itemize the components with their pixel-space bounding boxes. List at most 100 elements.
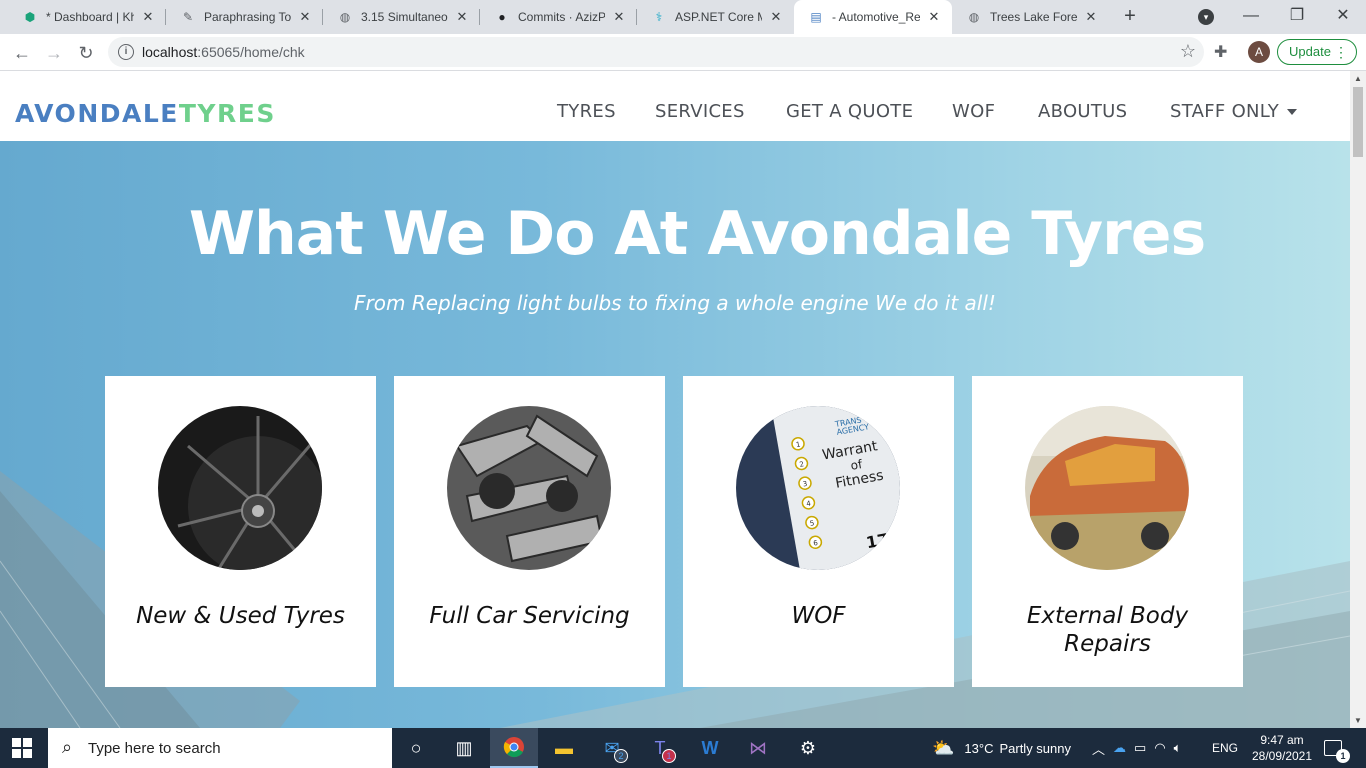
- clock-time: 9:47 am: [1260, 733, 1304, 747]
- close-tab-icon[interactable]: ✕: [454, 9, 470, 25]
- browser-tab-active[interactable]: ▤ - Automotive_Rep ✕: [794, 0, 952, 34]
- warrant-of-fitness-image: TRANS AGENCY Warrant of Fitness 1 2 3 4 …: [736, 406, 900, 570]
- onedrive-icon[interactable]: ☁: [1113, 740, 1126, 756]
- word-icon[interactable]: W: [686, 728, 734, 768]
- scroll-down-icon[interactable]: ▼: [1354, 716, 1362, 725]
- address-url[interactable]: localhost:65065/home/chk: [142, 44, 305, 60]
- service-card-wof[interactable]: TRANS AGENCY Warrant of Fitness 1 2 3 4 …: [683, 376, 954, 687]
- card-label: WOF: [791, 603, 846, 629]
- site-info-icon[interactable]: i: [118, 44, 134, 60]
- web-page: AVONDALETYRES TYRES SERVICES GET A QUOTE…: [0, 71, 1350, 728]
- windows-start-icon[interactable]: [12, 738, 32, 758]
- nav-wof[interactable]: WOF: [952, 101, 995, 122]
- card-label: New & Used Tyres: [136, 603, 345, 629]
- nav-services[interactable]: SERVICES: [655, 101, 745, 122]
- wrenches-image: [447, 406, 611, 570]
- browser-tab[interactable]: ● Commits · AzizPa ✕: [480, 0, 637, 34]
- weather-widget[interactable]: ⛅ 13°C Partly sunny: [932, 728, 1071, 768]
- new-tab-button[interactable]: +: [1118, 5, 1142, 29]
- profile-avatar[interactable]: A: [1248, 41, 1270, 63]
- close-tab-icon[interactable]: ✕: [297, 9, 313, 25]
- back-arrow-icon[interactable]: ←: [8, 39, 36, 67]
- card-label: External Body Repairs: [1026, 603, 1189, 657]
- hero-section: What We Do At Avondale Tyres From Replac…: [0, 141, 1350, 728]
- tab-title: Paraphrasing Too: [204, 10, 291, 24]
- staff-only-label: STAFF ONLY: [1170, 101, 1280, 122]
- windows-taskbar: ⌕ Type here to search ○ ▥ ▬ ✉ 2 T1 W ⋈ ⚙ …: [0, 728, 1366, 768]
- restore-button[interactable]: ❐: [1274, 0, 1320, 34]
- browser-tab[interactable]: ✎ Paraphrasing Too ✕: [166, 0, 323, 34]
- close-window-button[interactable]: ✕: [1320, 0, 1366, 34]
- quill-icon: ✎: [182, 10, 194, 24]
- scrollbar-thumb[interactable]: [1353, 87, 1363, 157]
- browser-tab[interactable]: ⚕ ASP.NET Core MV ✕: [637, 0, 794, 34]
- service-card-tyres[interactable]: New & Used Tyres: [105, 376, 376, 687]
- close-tab-icon[interactable]: ✕: [768, 9, 784, 25]
- url-path: :65065/home/chk: [197, 44, 305, 60]
- close-tab-icon[interactable]: ✕: [140, 9, 156, 25]
- address-bar[interactable]: i localhost:65065/home/chk ☆: [108, 37, 1204, 67]
- show-hidden-icons-icon[interactable]: ︿: [1092, 739, 1105, 758]
- settings-gear-icon[interactable]: ⚙: [784, 728, 832, 768]
- brand-part2: TYRES: [178, 99, 276, 128]
- nav-get-a-quote[interactable]: GET A QUOTE: [786, 101, 913, 122]
- tab-title: Trees Lake Forest: [990, 10, 1077, 24]
- nav-tyres[interactable]: TYRES: [557, 101, 616, 122]
- extensions-puzzle-icon[interactable]: ✚: [1214, 42, 1227, 62]
- cube-icon: ⬢: [24, 10, 36, 24]
- tab-title: ASP.NET Core MV: [675, 10, 762, 24]
- network-icon[interactable]: ◠: [1154, 740, 1165, 756]
- partly-sunny-icon: ⛅: [932, 737, 955, 758]
- bookmark-star-icon[interactable]: ☆: [1180, 41, 1196, 62]
- nav-about-us[interactable]: ABOUTUS: [1038, 101, 1127, 122]
- task-view-icon[interactable]: ▥: [440, 728, 488, 768]
- language-indicator[interactable]: ENG: [1212, 728, 1238, 768]
- tab-search-icon[interactable]: ▾: [1198, 9, 1214, 25]
- service-card-servicing[interactable]: Full Car Servicing: [394, 376, 665, 687]
- hero-title: What We Do At Avondale Tyres: [188, 199, 1206, 269]
- minimize-button[interactable]: —: [1228, 0, 1274, 34]
- tab-title: - Automotive_Rep: [832, 10, 920, 24]
- page-scrollbar[interactable]: ▲ ▼: [1350, 71, 1366, 728]
- brand-part1: AVONDALE: [15, 99, 179, 128]
- battery-icon[interactable]: ▭: [1134, 740, 1146, 756]
- notification-center-icon[interactable]: 1: [1324, 740, 1350, 763]
- github-icon: ●: [498, 10, 506, 24]
- card-label: Full Car Servicing: [429, 603, 630, 629]
- site-navbar: AVONDALETYRES TYRES SERVICES GET A QUOTE…: [0, 71, 1350, 141]
- caret-down-icon: [1287, 109, 1298, 115]
- chrome-logo-icon: [503, 737, 524, 758]
- reload-icon[interactable]: ↻: [72, 39, 100, 67]
- service-card-body-repairs[interactable]: External Body Repairs: [972, 376, 1243, 687]
- file-explorer-icon[interactable]: ▬: [540, 728, 588, 768]
- close-tab-icon[interactable]: ✕: [611, 9, 627, 25]
- visual-studio-icon[interactable]: ⋈: [734, 728, 782, 768]
- cortana-icon[interactable]: ○: [392, 728, 440, 768]
- brand-logo[interactable]: AVONDALETYRES: [15, 99, 276, 128]
- taskbar-search-box[interactable]: ⌕ Type here to search: [48, 728, 392, 768]
- teams-icon[interactable]: T1: [636, 728, 684, 768]
- taskbar-clock[interactable]: 9:47 am 28/09/2021: [1250, 732, 1314, 764]
- search-placeholder: Type here to search: [88, 740, 221, 757]
- mail-icon[interactable]: ✉ 2: [588, 728, 636, 768]
- url-host: localhost: [142, 44, 198, 60]
- close-tab-icon[interactable]: ✕: [926, 9, 942, 25]
- hero-tagline: From Replacing light bulbs to fixing a w…: [354, 291, 996, 315]
- chrome-taskbar-icon[interactable]: [490, 728, 538, 768]
- browser-tab[interactable]: ⬢ * Dashboard | Kha ✕: [8, 0, 166, 34]
- dotnet-icon: ⚕: [655, 10, 663, 24]
- volume-icon[interactable]: 🔈︎: [1174, 740, 1182, 756]
- globe-icon: ◍: [339, 10, 351, 24]
- teams-badge: 1: [662, 749, 676, 763]
- nav-staff-only-dropdown[interactable]: STAFF ONLY: [1170, 101, 1298, 122]
- browser-tab[interactable]: ◍ Trees Lake Forest ✕: [952, 0, 1109, 34]
- close-tab-icon[interactable]: ✕: [1083, 9, 1099, 25]
- system-tray: ︿ ☁ ▭ ◠ 🔈︎: [1092, 728, 1181, 768]
- tab-title: 3.15 Simultaneou: [361, 10, 448, 24]
- document-icon: ▤: [810, 10, 822, 24]
- mail-badge: 2: [614, 749, 628, 763]
- update-button[interactable]: Update ⋮: [1277, 39, 1357, 65]
- scroll-up-icon[interactable]: ▲: [1354, 74, 1362, 83]
- browser-tab[interactable]: ◍ 3.15 Simultaneou ✕: [323, 0, 480, 34]
- forward-arrow-icon[interactable]: →: [40, 39, 68, 67]
